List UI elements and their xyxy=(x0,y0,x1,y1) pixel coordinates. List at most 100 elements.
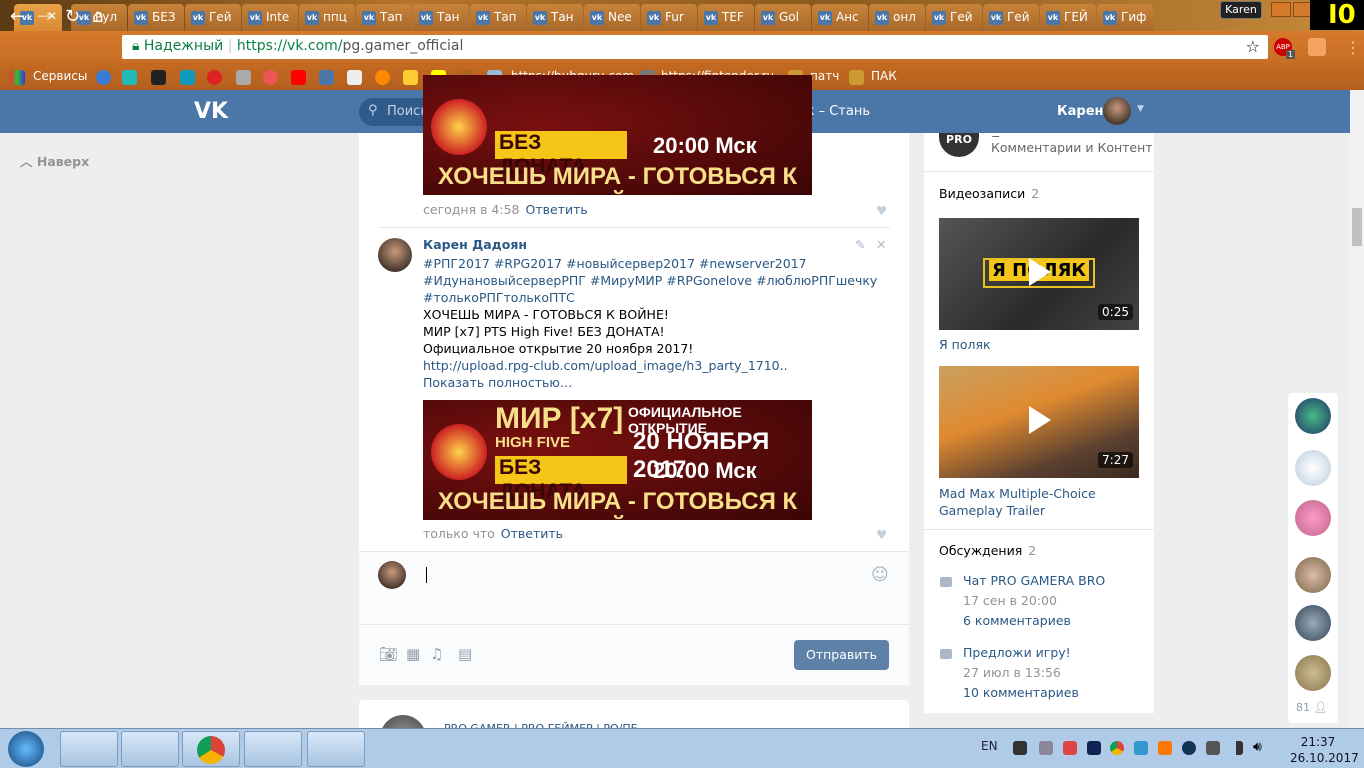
reload-icon[interactable]: ↻ xyxy=(65,6,80,27)
back-icon[interactable]: ← xyxy=(10,6,25,27)
browser-tab[interactable]: vk ГЕЙ xyxy=(1040,4,1096,31)
bookmark-pak[interactable]: ПАК xyxy=(871,69,897,83)
bookmark-icon[interactable] xyxy=(151,70,166,85)
browser-tab[interactable]: vk Гей xyxy=(926,4,982,31)
video-thumbnail[interactable]: Я ПОЛЯК 0:25 xyxy=(939,218,1139,330)
emoji-icon[interactable]: ☺ xyxy=(871,565,889,585)
friend-avatar[interactable] xyxy=(1295,500,1331,536)
steam-icon[interactable] xyxy=(1182,741,1196,755)
browser-tab[interactable]: vk Nee xyxy=(584,4,640,31)
menu-icon[interactable]: ⋮ xyxy=(1345,38,1361,57)
reply-link[interactable]: Ответить xyxy=(501,526,563,541)
volume-icon[interactable]: 🔊︎ xyxy=(1253,739,1262,755)
forward-icon[interactable]: → xyxy=(37,6,52,27)
extension-icon[interactable] xyxy=(1308,38,1326,56)
back-to-top-link[interactable]: ︿ Наверх xyxy=(20,151,89,170)
network-icon[interactable] xyxy=(1229,741,1243,755)
profile-button[interactable]: Karen xyxy=(1220,1,1262,19)
bookmark-star-icon[interactable]: ☆ xyxy=(1246,37,1260,56)
edit-icon[interactable]: ✎ xyxy=(855,237,865,252)
comment-time[interactable]: сегодня в 4:58 xyxy=(423,202,520,217)
video-title[interactable]: Я поляк xyxy=(939,337,991,352)
avast-icon[interactable] xyxy=(1158,741,1172,755)
tray-icon[interactable] xyxy=(1039,741,1053,755)
delete-icon[interactable]: ✕ xyxy=(876,237,886,252)
bookmark-icon[interactable] xyxy=(263,70,278,85)
avatar[interactable] xyxy=(378,238,412,272)
browser-tab[interactable]: vk Тап xyxy=(470,4,526,31)
friend-avatar[interactable] xyxy=(1295,655,1331,691)
browser-tab[interactable]: vk БЕЗ xyxy=(128,4,184,31)
bookmark-icon[interactable] xyxy=(207,70,222,85)
reply-link[interactable]: Ответить xyxy=(526,202,588,217)
camera-icon[interactable]: 📷︎ xyxy=(379,645,398,663)
hashtags[interactable]: #толькоРПГтолькоПТС xyxy=(423,289,883,306)
user-name[interactable]: Карен xyxy=(1057,104,1104,119)
music-icon[interactable]: ♫ xyxy=(430,645,443,663)
discussion-title[interactable]: Чат PRO GAMERA BRO xyxy=(963,571,1105,591)
chrome-tray-icon[interactable] xyxy=(1110,741,1124,755)
external-link[interactable]: http://upload.rpg-club.com/upload_image/… xyxy=(423,357,883,374)
vk-icon[interactable] xyxy=(319,70,334,85)
tray-icon[interactable] xyxy=(1134,741,1148,755)
friend-avatar[interactable] xyxy=(1295,450,1331,486)
tray-icon[interactable] xyxy=(1013,741,1027,755)
friend-avatar[interactable] xyxy=(1295,605,1331,641)
address-bar[interactable]: 🔒︎ Надежный | https://vk.com/pg.gamer_of… xyxy=(122,35,1268,59)
clock[interactable]: 21:37 26.10.2017 xyxy=(1290,734,1359,766)
browser-tab[interactable]: vk Гей xyxy=(185,4,241,31)
video-title[interactable]: Mad Max Multiple-Choice Gameplay Trailer xyxy=(939,485,1149,519)
tray-icon[interactable] xyxy=(1063,741,1077,755)
bookmark-icon[interactable] xyxy=(403,70,418,85)
scrollbar[interactable] xyxy=(1350,90,1364,728)
bookmark-icon[interactable] xyxy=(180,70,195,85)
mail-icon[interactable] xyxy=(347,70,362,85)
browser-tab[interactable]: vk Gol xyxy=(755,4,811,31)
avatar[interactable] xyxy=(1103,97,1131,125)
bookmark-icon[interactable] xyxy=(236,70,251,85)
bookmark-services[interactable]: Сервисы xyxy=(33,69,87,83)
explorer-taskbar-icon[interactable] xyxy=(60,731,118,767)
comment-author[interactable]: Карен Дадоян xyxy=(423,237,527,252)
browser-tab[interactable]: vk Гей xyxy=(983,4,1039,31)
discussions-header[interactable]: Обсуждения 2 xyxy=(939,543,1036,558)
browser-tab[interactable]: vk онл xyxy=(869,4,925,31)
minimize-button[interactable] xyxy=(1271,2,1291,17)
media-taskbar-icon[interactable] xyxy=(121,731,179,767)
friend-avatar[interactable] xyxy=(1295,398,1331,434)
like-icon[interactable]: ♥ xyxy=(876,203,887,218)
comment-time[interactable]: только что xyxy=(423,526,495,541)
power-icon[interactable] xyxy=(1206,741,1220,755)
notepad-taskbar-icon[interactable] xyxy=(307,731,365,767)
discussion-title[interactable]: Предложи игру! xyxy=(963,643,1079,663)
browser-tab[interactable]: vk Inte xyxy=(242,4,298,31)
banner-image[interactable]: МИР [x7] ОФИЦИАЛЬНОЕ ОТКРЫТИЕ HIGH FIVE … xyxy=(423,400,812,520)
friends-count[interactable]: 81 👤︎ xyxy=(1296,701,1327,714)
like-icon[interactable]: ♥ xyxy=(876,527,887,542)
browser-tab[interactable]: vk Тан xyxy=(527,4,583,31)
browser-tab[interactable]: vk TEF xyxy=(698,4,754,31)
discussion-item[interactable]: Предложи игру! 27 июл в 13:56 10 коммент… xyxy=(963,643,1079,703)
banner-image[interactable]: БЕЗ ДОНАТА 20:00 Мск ХОЧЕШЬ МИРА - ГОТОВЬС… xyxy=(423,75,812,195)
bookmark-icon[interactable] xyxy=(122,70,137,85)
vk-logo[interactable]: VK xyxy=(194,99,228,124)
chevron-down-icon[interactable]: ▼ xyxy=(1137,104,1144,114)
bookmark-icon[interactable] xyxy=(375,70,390,85)
browser-tab[interactable]: vk Fur xyxy=(641,4,697,31)
hashtags[interactable]: #ИдунановыйсерверРПГ #МируМИР #RPGonelov… xyxy=(423,272,883,289)
youtube-icon[interactable] xyxy=(291,70,306,85)
language-indicator[interactable]: EN xyxy=(981,739,998,753)
bookmark-icon[interactable] xyxy=(96,70,111,85)
browser-tab[interactable]: vk Гиф xyxy=(1097,4,1153,31)
send-button[interactable]: Отправить xyxy=(794,640,889,670)
chrome-taskbar-icon[interactable] xyxy=(182,731,240,767)
start-button[interactable] xyxy=(8,731,44,767)
bluetooth-icon[interactable] xyxy=(1087,741,1101,755)
browser-tab[interactable]: vk Тан xyxy=(413,4,469,31)
hashtags[interactable]: #РПГ2017 #RPG2017 #новыйсервер2017 #news… xyxy=(423,255,883,272)
show-more-link[interactable]: Показать полностью… xyxy=(423,374,883,391)
video-icon[interactable]: ▦ xyxy=(406,645,420,663)
app-taskbar-icon[interactable] xyxy=(244,731,302,767)
home-icon[interactable]: ⌂ xyxy=(92,6,103,27)
document-icon[interactable]: ▤ xyxy=(458,645,472,663)
